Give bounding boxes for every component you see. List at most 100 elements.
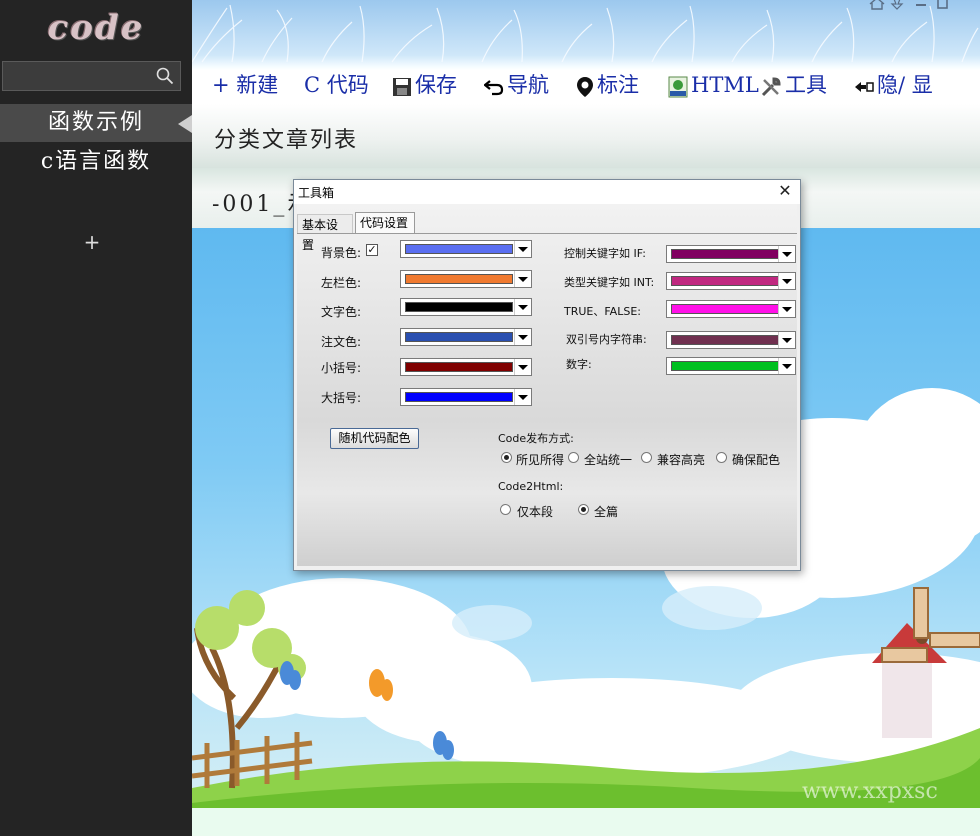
sidebar-item-c-functions[interactable]: c语言函数 — [0, 143, 192, 181]
tools-button[interactable]: 工具 — [760, 70, 827, 100]
paren-color-label: 小括号: — [321, 361, 362, 375]
tab-code-settings[interactable]: 代码设置 — [355, 212, 415, 234]
publish-option-label: 确保配色 — [732, 453, 781, 467]
save-button[interactable]: 保存 — [392, 70, 457, 100]
sidebar: code 函数示例 c语言函数 + — [0, 0, 192, 836]
add-category-button[interactable]: + — [82, 230, 102, 254]
publish-option-label: 所见所得 — [516, 453, 565, 467]
sidebar-item-function-examples[interactable]: 函数示例 — [0, 104, 192, 142]
type-keyword-label: 类型关键字如 INT: — [564, 276, 655, 289]
text-color-select[interactable] — [400, 298, 532, 316]
color-swatch — [405, 332, 513, 342]
save-icon — [393, 77, 411, 96]
home-icon[interactable] — [869, 0, 885, 10]
code2html-option-label: 全篇 — [594, 505, 619, 519]
code-button[interactable]: C 代码 — [304, 70, 369, 100]
nav-button[interactable]: 导航 — [484, 70, 549, 100]
sidebar-color-label: 左栏色: — [321, 276, 362, 290]
text-color-label: 文字色: — [321, 305, 362, 319]
publish-option-label: 全站统一 — [584, 453, 633, 467]
control-keyword-label: 控制关键字如 IF: — [564, 247, 646, 260]
chevron-down-icon[interactable] — [514, 299, 531, 315]
save-label: 保存 — [415, 73, 457, 97]
color-swatch — [405, 392, 513, 402]
window-controls — [868, 0, 968, 10]
publish-option-radio[interactable] — [716, 452, 727, 463]
chevron-down-icon[interactable] — [514, 389, 531, 405]
map-pin-icon — [577, 76, 593, 97]
boolean-label: TRUE、FALSE: — [564, 305, 641, 318]
color-swatch — [671, 249, 779, 259]
back-arrow-icon — [484, 79, 504, 95]
publish-option-radio[interactable] — [568, 452, 579, 463]
chevron-down-icon[interactable] — [514, 271, 531, 287]
tab-basic-settings[interactable]: 基本设置 — [297, 214, 353, 252]
color-swatch — [671, 276, 779, 286]
boolean-select[interactable] — [666, 300, 796, 318]
chevron-down-icon[interactable] — [778, 332, 795, 348]
search-input[interactable] — [5, 64, 154, 90]
string-select[interactable] — [666, 331, 796, 349]
color-swatch — [405, 244, 513, 254]
sidebar-color-select[interactable] — [400, 270, 532, 288]
brace-color-select[interactable] — [400, 388, 532, 406]
close-icon[interactable]: ✕ — [776, 181, 794, 201]
chevron-down-icon[interactable] — [778, 273, 795, 289]
string-label: 双引号内字符串: — [566, 333, 647, 346]
number-label: 数字: — [566, 358, 592, 371]
brace-color-label: 大括号: — [321, 391, 362, 405]
chevron-down-icon[interactable] — [778, 358, 795, 374]
new-button[interactable]: + 新建 — [212, 70, 278, 100]
sidebar-item-label: c语言函数 — [40, 149, 152, 174]
chevron-down-icon[interactable] — [514, 359, 531, 375]
sidebar-item-label: 函数示例 — [47, 110, 144, 135]
color-swatch — [671, 335, 779, 345]
chevron-down-icon[interactable] — [514, 329, 531, 345]
color-swatch — [671, 304, 779, 314]
type-keyword-select[interactable] — [666, 272, 796, 290]
color-swatch — [405, 302, 513, 312]
app-logo: code — [47, 8, 145, 48]
tools-label: 工具 — [785, 73, 827, 97]
paren-color-select[interactable] — [400, 358, 532, 376]
bg-color-checkbox[interactable]: ✓ — [366, 244, 378, 256]
toggle-arrow-icon — [855, 81, 874, 92]
toggle-label: 隐/ 显 — [877, 73, 933, 97]
code2html-option-radio[interactable] — [500, 504, 511, 515]
active-indicator-icon — [178, 115, 192, 133]
watermark-text: www.xxpxsc — [802, 779, 938, 804]
color-swatch — [405, 362, 513, 372]
html-label: HTML — [691, 73, 759, 97]
grass-decoration — [192, 4, 979, 63]
random-color-button[interactable]: 随机代码配色 — [330, 428, 419, 449]
number-select[interactable] — [666, 357, 796, 375]
code2html-option-label: 仅本段 — [517, 505, 554, 519]
control-keyword-select[interactable] — [666, 245, 796, 263]
page-title: 分类文章列表 — [214, 128, 359, 153]
bg-color-select[interactable] — [400, 240, 532, 258]
code2html-option-radio[interactable] — [578, 504, 589, 515]
chevron-down-icon[interactable] — [778, 301, 795, 317]
pin-icon[interactable] — [890, 0, 904, 10]
html-button[interactable]: HTML — [668, 70, 759, 100]
chevron-down-icon[interactable] — [778, 246, 795, 262]
mark-button[interactable]: 标注 — [576, 70, 639, 100]
dialog-title: 工具箱 — [298, 186, 335, 200]
publish-option-label: 兼容高亮 — [657, 453, 706, 467]
dialog-titlebar[interactable]: 工具箱 ✕ — [294, 180, 800, 204]
publish-mode-label: Code发布方式: — [498, 432, 574, 445]
bg-color-label: 背景色: — [321, 246, 362, 260]
nav-label: 导航 — [507, 73, 549, 97]
tools-icon — [761, 76, 781, 96]
chevron-down-icon[interactable] — [514, 241, 531, 257]
toggle-button[interactable]: 隐/ 显 — [854, 70, 933, 100]
tab-divider — [297, 233, 797, 234]
footer-strip — [192, 808, 980, 836]
search-icon[interactable] — [156, 67, 174, 85]
publish-option-radio[interactable] — [641, 452, 652, 463]
publish-option-radio[interactable] — [501, 452, 512, 463]
comment-color-label: 注文色: — [321, 335, 362, 349]
html-file-icon — [668, 76, 688, 97]
maximize-icon[interactable] — [937, 0, 948, 9]
comment-color-select[interactable] — [400, 328, 532, 346]
